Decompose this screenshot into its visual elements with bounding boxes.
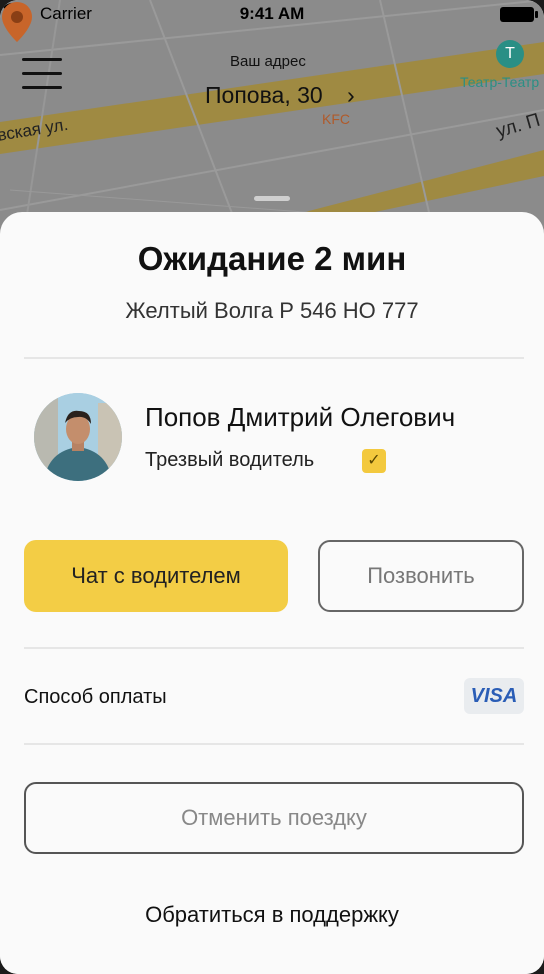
theatre-icon[interactable]: Т [496,40,524,68]
chevron-right-icon[interactable]: › [347,82,355,109]
battery-icon [500,7,538,22]
driver-avatar [34,393,122,481]
checkmark-icon: ✓ [362,449,386,473]
contact-support-link[interactable]: Обратиться в поддержку [0,902,544,928]
divider [24,647,524,649]
status-bar: Carrier 9:41 AM [0,0,544,30]
cancel-trip-button[interactable]: Отменить поездку [24,782,524,854]
divider [24,357,524,359]
driver-tag: Трезвый водитель [145,449,315,471]
sheet-grabber[interactable] [254,196,290,201]
address-value[interactable]: Попова, 30 [205,82,323,109]
phone-screen: Carrier 9:41 AM Ваш адрес Попова, 30 › K… [0,0,544,974]
driver-name: Попов Дмитрий Олегович [145,402,456,432]
payment-method-label: Способ оплаты [24,686,167,708]
kfc-label: KFC [322,111,350,127]
clock: 9:41 AM [239,4,305,23]
visa-card-icon[interactable]: VISA [464,678,524,714]
divider [24,743,524,745]
driver-photo [34,393,122,481]
chat-with-driver-button[interactable]: Чат с водителем [24,540,288,612]
trip-status-title: Ожидание 2 мин [137,240,407,277]
car-description: Желтый Волга Р 546 НО 777 [125,298,419,323]
theatre-label: Театр-Театр [460,74,540,90]
menu-button[interactable] [22,58,62,94]
kfc-pin-icon[interactable] [0,0,34,44]
call-button[interactable]: Позвонить [318,540,524,612]
address-label: Ваш адрес [230,53,306,70]
hamburger-icon [22,58,62,61]
